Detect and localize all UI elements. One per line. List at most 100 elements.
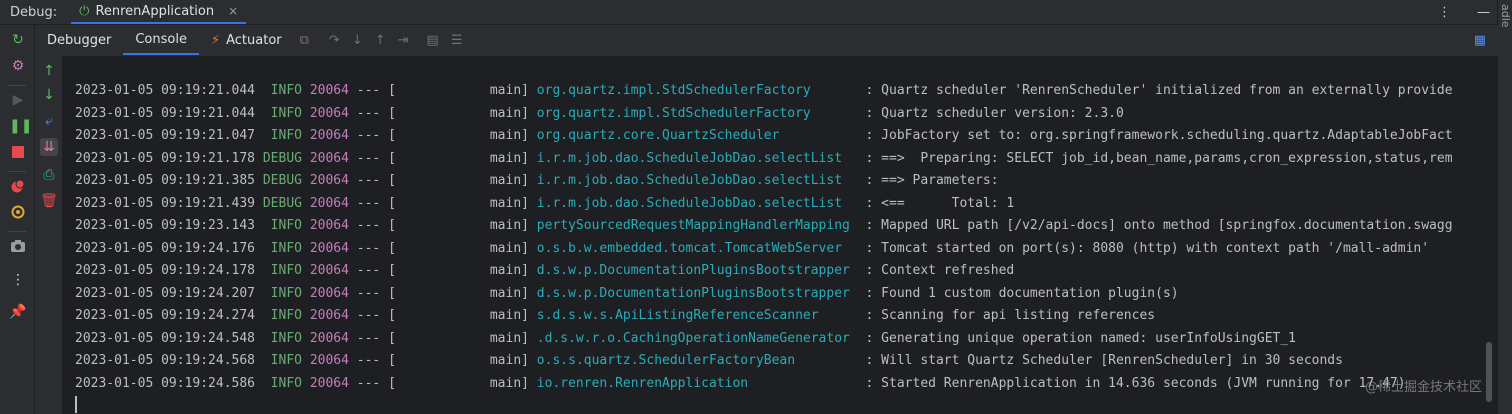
log-logger: i.r.m.job.dao.ScheduleJobDao.selectList [536, 173, 858, 188]
log-logger: i.r.m.job.dao.ScheduleJobDao.selectList [536, 195, 858, 211]
log-level: INFO [262, 128, 302, 143]
log-pid: 20064 [309, 330, 349, 346]
console-toolbar: ↑ ↓ ⤶ ⇊ ⎙ 🗑 [35, 56, 61, 414]
log-logger: o.s.b.w.embedded.tomcat.TomcatWebServer [536, 240, 858, 256]
log-timestamp: 2023-01-05 09:19:21.044 [75, 83, 256, 98]
more-icon[interactable]: ⋮ [9, 271, 27, 289]
log-message: : <== Total: 1 [857, 195, 1015, 211]
log-timestamp: 2023-01-05 09:19:24.548 [75, 330, 256, 346]
log-line: 2023-01-05 09:19:21.439 DEBUG 20064 --- … [75, 193, 1014, 215]
log-thread: --- [ main] [348, 263, 537, 278]
log-line: 2023-01-05 09:19:21.178 DEBUG 20064 --- … [75, 148, 1453, 170]
log-pid: 20064 [309, 218, 349, 233]
log-line: 2023-01-05 09:19:24.176 INFO 20064 --- [… [75, 238, 1429, 260]
log-line: 2023-01-05 09:19:21.044 INFO 20064 --- [… [75, 103, 1124, 125]
log-logger: org.quartz.impl.StdSchedulerFactory [536, 83, 858, 98]
log-thread: --- [ main] [348, 150, 537, 166]
breakpoints-icon[interactable] [9, 177, 27, 195]
log-timestamp: 2023-01-05 09:19:24.178 [75, 263, 256, 278]
log-pid: 20064 [309, 195, 349, 211]
down-arrow-icon[interactable]: ↓ [40, 86, 58, 104]
log-thread: --- [ main] [348, 173, 537, 188]
camera-icon[interactable] [9, 237, 27, 255]
vertical-scrollbar[interactable] [1486, 342, 1492, 402]
run-tab-label: RenrenApplication [95, 3, 215, 19]
minimize-icon[interactable]: — [1477, 5, 1490, 20]
log-logger: pertySourcedRequestMappingHandlerMapping [536, 218, 858, 233]
run-to-cursor-icon[interactable]: ⇥ [398, 33, 409, 48]
log-thread: --- [ main] [348, 375, 537, 391]
log-line: 2023-01-05 09:19:24.178 INFO 20064 --- [… [75, 260, 1014, 282]
log-level: INFO [262, 240, 302, 256]
watermark: @稀土掘金技术社区 [1364, 380, 1482, 395]
log-pid: 20064 [309, 353, 349, 368]
log-level: INFO [262, 330, 302, 346]
text-caret [75, 396, 77, 413]
tab-label: Actuator [226, 32, 282, 48]
tab-renren-application[interactable]: ⏻ RenrenApplication × [71, 0, 247, 24]
toolbar-divider [8, 171, 26, 172]
mute-breakpoints-icon[interactable] [9, 203, 27, 221]
rerun-icon[interactable]: ↻ [9, 31, 27, 49]
log-line: 2023-01-05 09:19:21.044 INFO 20064 --- [… [75, 80, 1453, 102]
log-message: : Started RenrenApplication in 14.636 se… [857, 375, 1406, 391]
threads-icon[interactable]: ☰ [451, 33, 463, 48]
power-icon: ⏻ [79, 3, 90, 19]
close-icon[interactable]: × [228, 4, 238, 18]
log-timestamp: 2023-01-05 09:19:24.176 [75, 240, 256, 256]
log-pid: 20064 [309, 128, 349, 143]
log-timestamp: 2023-01-05 09:19:23.143 [75, 218, 256, 233]
soft-wrap-icon[interactable]: ⤶ [40, 112, 58, 130]
log-level: INFO [262, 105, 302, 121]
up-arrow-icon[interactable]: ↑ [40, 62, 58, 80]
layout-icon[interactable]: ▦ [1474, 33, 1486, 48]
log-logger: s.d.s.w.s.ApiListingReferenceScanner [536, 308, 858, 323]
log-timestamp: 2023-01-05 09:19:21.178 [75, 150, 256, 166]
evaluate-icon[interactable]: ▤ [427, 33, 439, 48]
toolbar-divider [8, 231, 26, 232]
log-level: INFO [262, 83, 302, 98]
step-into-icon[interactable]: ↓ [352, 33, 363, 48]
tab-console[interactable]: Console [123, 25, 199, 55]
console-output[interactable]: 2023-01-05 09:19:21.044 INFO 20064 --- [… [62, 56, 1498, 414]
side-panel-edge[interactable]: adle [1497, 0, 1512, 414]
pause-icon[interactable]: ❚❚ [9, 117, 32, 135]
resume-icon[interactable]: ▶ [9, 91, 27, 109]
log-pid: 20064 [309, 173, 349, 188]
log-timestamp: 2023-01-05 09:19:24.207 [75, 285, 256, 301]
pin-icon[interactable]: 📌 [9, 303, 27, 321]
log-thread: --- [ main] [348, 195, 537, 211]
tab-label: Console [135, 31, 187, 47]
scroll-to-end-icon[interactable]: ⇊ [40, 138, 58, 156]
print-icon[interactable]: ⎙ [40, 166, 58, 184]
restore-layout-icon[interactable]: ⧉ [300, 33, 309, 48]
log-timestamp: 2023-01-05 09:19:24.274 [75, 308, 256, 323]
debug-actions-toolbar: ↻ ⚙ ▶ ❚❚ ⋮ 📌 [0, 25, 35, 414]
tab-label: Debugger [47, 32, 112, 48]
log-message: : Mapped URL path [/v2/api-docs] onto me… [857, 218, 1453, 233]
side-panel-label: adle [1499, 4, 1512, 28]
log-logger: org.quartz.core.QuartzScheduler [536, 128, 858, 143]
log-logger: .d.s.w.r.o.CachingOperationNameGenerator [536, 330, 858, 346]
stop-icon[interactable] [9, 143, 27, 161]
log-logger: i.r.m.job.dao.ScheduleJobDao.selectList [536, 150, 858, 166]
log-pid: 20064 [309, 240, 349, 256]
log-message: : Will start Quartz Scheduler [RenrenSch… [857, 353, 1343, 368]
log-thread: --- [ main] [348, 128, 537, 143]
trash-icon[interactable]: 🗑 [40, 192, 58, 210]
tab-debugger[interactable]: Debugger [35, 25, 123, 55]
log-message: : JobFactory set to: org.springframework… [857, 128, 1453, 143]
log-logger: d.s.w.p.DocumentationPluginsBootstrapper [536, 263, 858, 278]
log-thread: --- [ main] [348, 240, 537, 256]
log-timestamp: 2023-01-05 09:19:21.047 [75, 128, 256, 143]
log-thread: --- [ main] [348, 83, 537, 98]
log-message: : Tomcat started on port(s): 8080 (http)… [857, 240, 1430, 256]
step-out-icon[interactable]: ↑ [375, 33, 386, 48]
gear-icon[interactable]: ⚙ [9, 57, 27, 75]
log-thread: --- [ main] [348, 330, 537, 346]
log-timestamp: 2023-01-05 09:19:21.439 [75, 195, 256, 211]
step-over-icon[interactable]: ↷ [329, 33, 340, 48]
tab-actuator[interactable]: ⚡ Actuator [199, 25, 294, 55]
more-options-icon[interactable]: ⋮ [1438, 5, 1451, 20]
log-message: : ==> Preparing: SELECT job_id,bean_name… [857, 150, 1453, 166]
